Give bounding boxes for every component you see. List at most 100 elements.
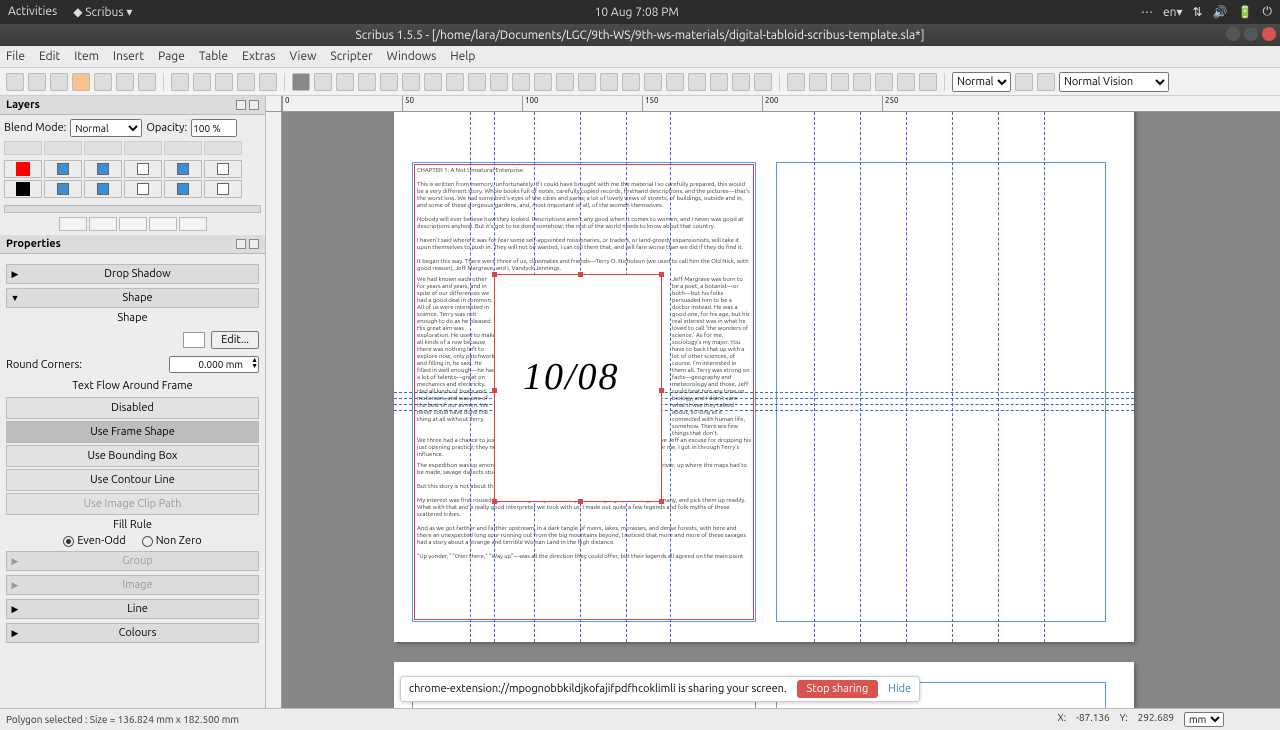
color-mgmt-icon[interactable]: [1015, 73, 1033, 91]
vertical-ruler[interactable]: [266, 112, 282, 708]
line-section[interactable]: ▶Line: [6, 599, 259, 619]
layer-row[interactable]: [4, 159, 261, 179]
menu-extras[interactable]: Extras: [242, 50, 276, 63]
even-odd-radio[interactable]: Even-Odd: [63, 535, 125, 547]
display-mode-select[interactable]: Normal: [952, 72, 1011, 92]
minimize-button[interactable]: [1226, 27, 1240, 41]
print-checkbox[interactable]: [97, 183, 109, 195]
menu-file[interactable]: File: [6, 50, 25, 63]
menu-insert[interactable]: Insert: [113, 50, 144, 63]
copy-icon[interactable]: [237, 73, 255, 91]
panel-close-icon[interactable]: [249, 100, 259, 110]
new-icon[interactable]: [6, 73, 24, 91]
cut-icon[interactable]: [215, 73, 233, 91]
zoom-icon[interactable]: [600, 73, 618, 91]
shape-section[interactable]: ▼Shape: [6, 288, 259, 308]
arc-icon[interactable]: [424, 73, 442, 91]
menu-edit[interactable]: Edit: [39, 50, 60, 63]
flow-checkbox[interactable]: [177, 163, 189, 175]
tray-dots-icon[interactable]: ⋯: [1141, 5, 1153, 19]
text-flow-disabled[interactable]: Disabled: [6, 397, 259, 419]
menu-item[interactable]: Item: [74, 50, 99, 63]
pdf-icon[interactable]: [138, 73, 156, 91]
app-menu[interactable]: ◆ Scribus ▾: [73, 5, 132, 19]
opacity-input[interactable]: [191, 119, 237, 137]
image-frame-icon[interactable]: [336, 73, 354, 91]
close-button[interactable]: [1262, 27, 1276, 41]
round-corners-input[interactable]: [169, 356, 259, 373]
edit-text-icon[interactable]: [622, 73, 640, 91]
select-tool-icon[interactable]: [292, 73, 310, 91]
text-frame-icon[interactable]: [314, 73, 332, 91]
rotate-icon[interactable]: [578, 73, 596, 91]
battery-icon[interactable]: 🔋: [1238, 5, 1253, 19]
story-editor-icon[interactable]: [644, 73, 662, 91]
shape-icon[interactable]: [402, 73, 420, 91]
text-flow-frame-shape[interactable]: Use Frame Shape: [6, 421, 259, 443]
panel-shade-icon[interactable]: [236, 239, 246, 249]
pdf-annot-icon[interactable]: [897, 73, 915, 91]
preflight-icon[interactable]: [116, 73, 134, 91]
render-frame-icon[interactable]: [358, 73, 376, 91]
link-frames-icon[interactable]: [666, 73, 684, 91]
shape-preview-icon[interactable]: [183, 332, 205, 348]
pdf-list-icon[interactable]: [875, 73, 893, 91]
panel-close-icon[interactable]: [249, 239, 259, 249]
unlink-frames-icon[interactable]: [688, 73, 706, 91]
dup-layer-button[interactable]: [119, 217, 147, 231]
bezier-icon[interactable]: [512, 73, 530, 91]
add-layer-button[interactable]: [59, 217, 87, 231]
panel-shade-icon[interactable]: [236, 100, 246, 110]
line-icon[interactable]: [490, 73, 508, 91]
print-icon[interactable]: [94, 73, 112, 91]
preview-icon[interactable]: [1037, 73, 1055, 91]
network-icon[interactable]: ⇅: [1193, 5, 1203, 19]
calligraphic-icon[interactable]: [556, 73, 574, 91]
visible-checkbox[interactable]: [57, 183, 69, 195]
freehand-icon[interactable]: [534, 73, 552, 91]
colours-section[interactable]: ▶Colours: [6, 623, 259, 643]
remove-layer-button[interactable]: [89, 217, 117, 231]
measure-icon[interactable]: [710, 73, 728, 91]
lock-checkbox[interactable]: [137, 183, 149, 195]
save-icon[interactable]: [50, 73, 68, 91]
undo-icon[interactable]: [171, 73, 189, 91]
flow-checkbox[interactable]: [177, 183, 189, 195]
menu-help[interactable]: Help: [450, 50, 475, 63]
outline-checkbox[interactable]: [217, 183, 229, 195]
outline-checkbox[interactable]: [217, 163, 229, 175]
lang-indicator[interactable]: en▾: [1163, 5, 1183, 19]
redo-icon[interactable]: [193, 73, 211, 91]
menu-page[interactable]: Page: [158, 50, 185, 63]
layer-down-button[interactable]: [179, 217, 207, 231]
open-icon[interactable]: [28, 73, 46, 91]
eyedropper-icon[interactable]: [754, 73, 772, 91]
copy-props-icon[interactable]: [732, 73, 750, 91]
pdf-link-icon[interactable]: [919, 73, 937, 91]
lock-checkbox[interactable]: [137, 163, 149, 175]
menu-table[interactable]: Table: [199, 50, 228, 63]
stop-sharing-button[interactable]: Stop sharing: [797, 680, 879, 698]
canvas[interactable]: CHAPTER 1: A Not Unnatural Enterprise Th…: [282, 112, 1280, 708]
power-icon[interactable]: ⏻: [1263, 5, 1273, 19]
polygon-icon[interactable]: [468, 73, 486, 91]
clock[interactable]: 10 Aug 7:08 PM: [132, 6, 1141, 19]
print-checkbox[interactable]: [97, 163, 109, 175]
horizontal-ruler[interactable]: 050100150200250: [282, 96, 1280, 112]
activities-button[interactable]: Activities: [8, 5, 57, 19]
drop-shadow-section[interactable]: ▶Drop Shadow: [6, 264, 259, 284]
spiral-icon[interactable]: [446, 73, 464, 91]
visible-checkbox[interactable]: [57, 163, 69, 175]
selected-polygon[interactable]: 10/08: [494, 274, 662, 502]
pdf-check-icon[interactable]: [831, 73, 849, 91]
non-zero-radio[interactable]: Non Zero: [142, 535, 202, 547]
text-flow-contour-line[interactable]: Use Contour Line: [6, 469, 259, 491]
paste-icon[interactable]: [259, 73, 277, 91]
volume-icon[interactable]: 🔊: [1213, 5, 1228, 19]
layer-scrollbar[interactable]: [4, 205, 261, 213]
pdf-text-icon[interactable]: [809, 73, 827, 91]
pdf-combo-icon[interactable]: [853, 73, 871, 91]
menu-windows[interactable]: Windows: [387, 50, 437, 63]
spinner-arrows-icon[interactable]: ▲▼: [251, 357, 258, 369]
hide-banner-button[interactable]: Hide: [888, 683, 911, 695]
